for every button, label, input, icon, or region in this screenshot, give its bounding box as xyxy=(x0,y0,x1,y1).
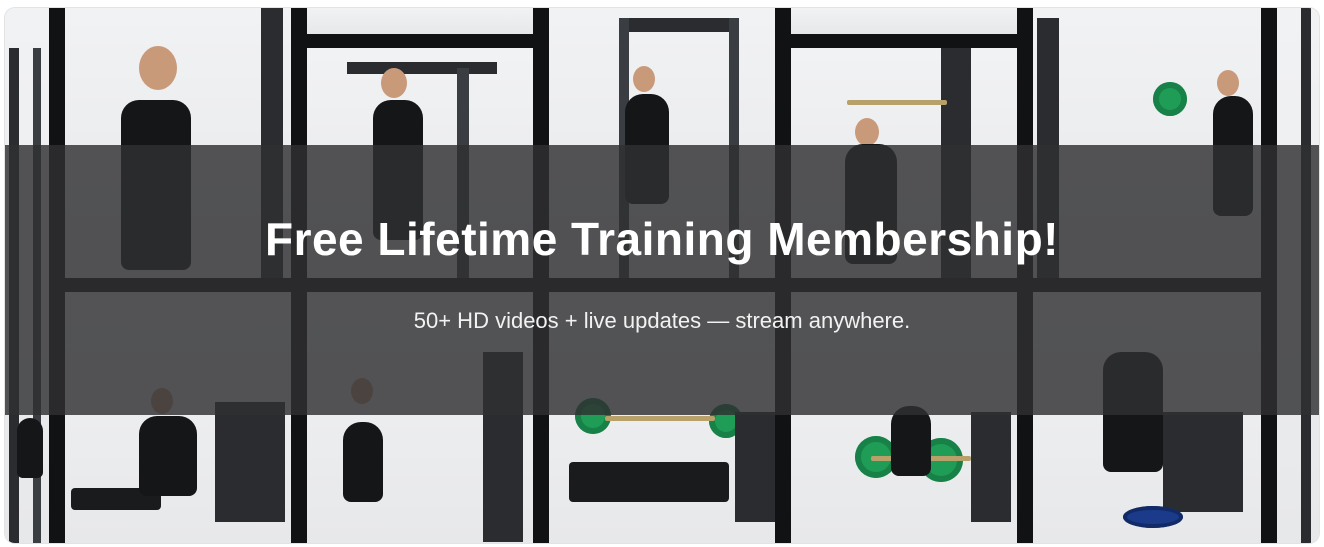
tile-divider xyxy=(307,34,533,48)
banner-headline: Free Lifetime Training Membership! xyxy=(264,213,1060,265)
banner-subline: 50+ HD videos + live updates — stream an… xyxy=(413,308,911,333)
thumbnail-tile xyxy=(307,8,533,34)
thumbnail-tile xyxy=(791,8,1017,34)
tile-divider xyxy=(791,34,1017,48)
training-membership-banner[interactable]: Free Lifetime Training Membership! 50+ H… xyxy=(5,8,1319,543)
banner-text-overlay: Free Lifetime Training Membership! 50+ H… xyxy=(5,145,1319,415)
